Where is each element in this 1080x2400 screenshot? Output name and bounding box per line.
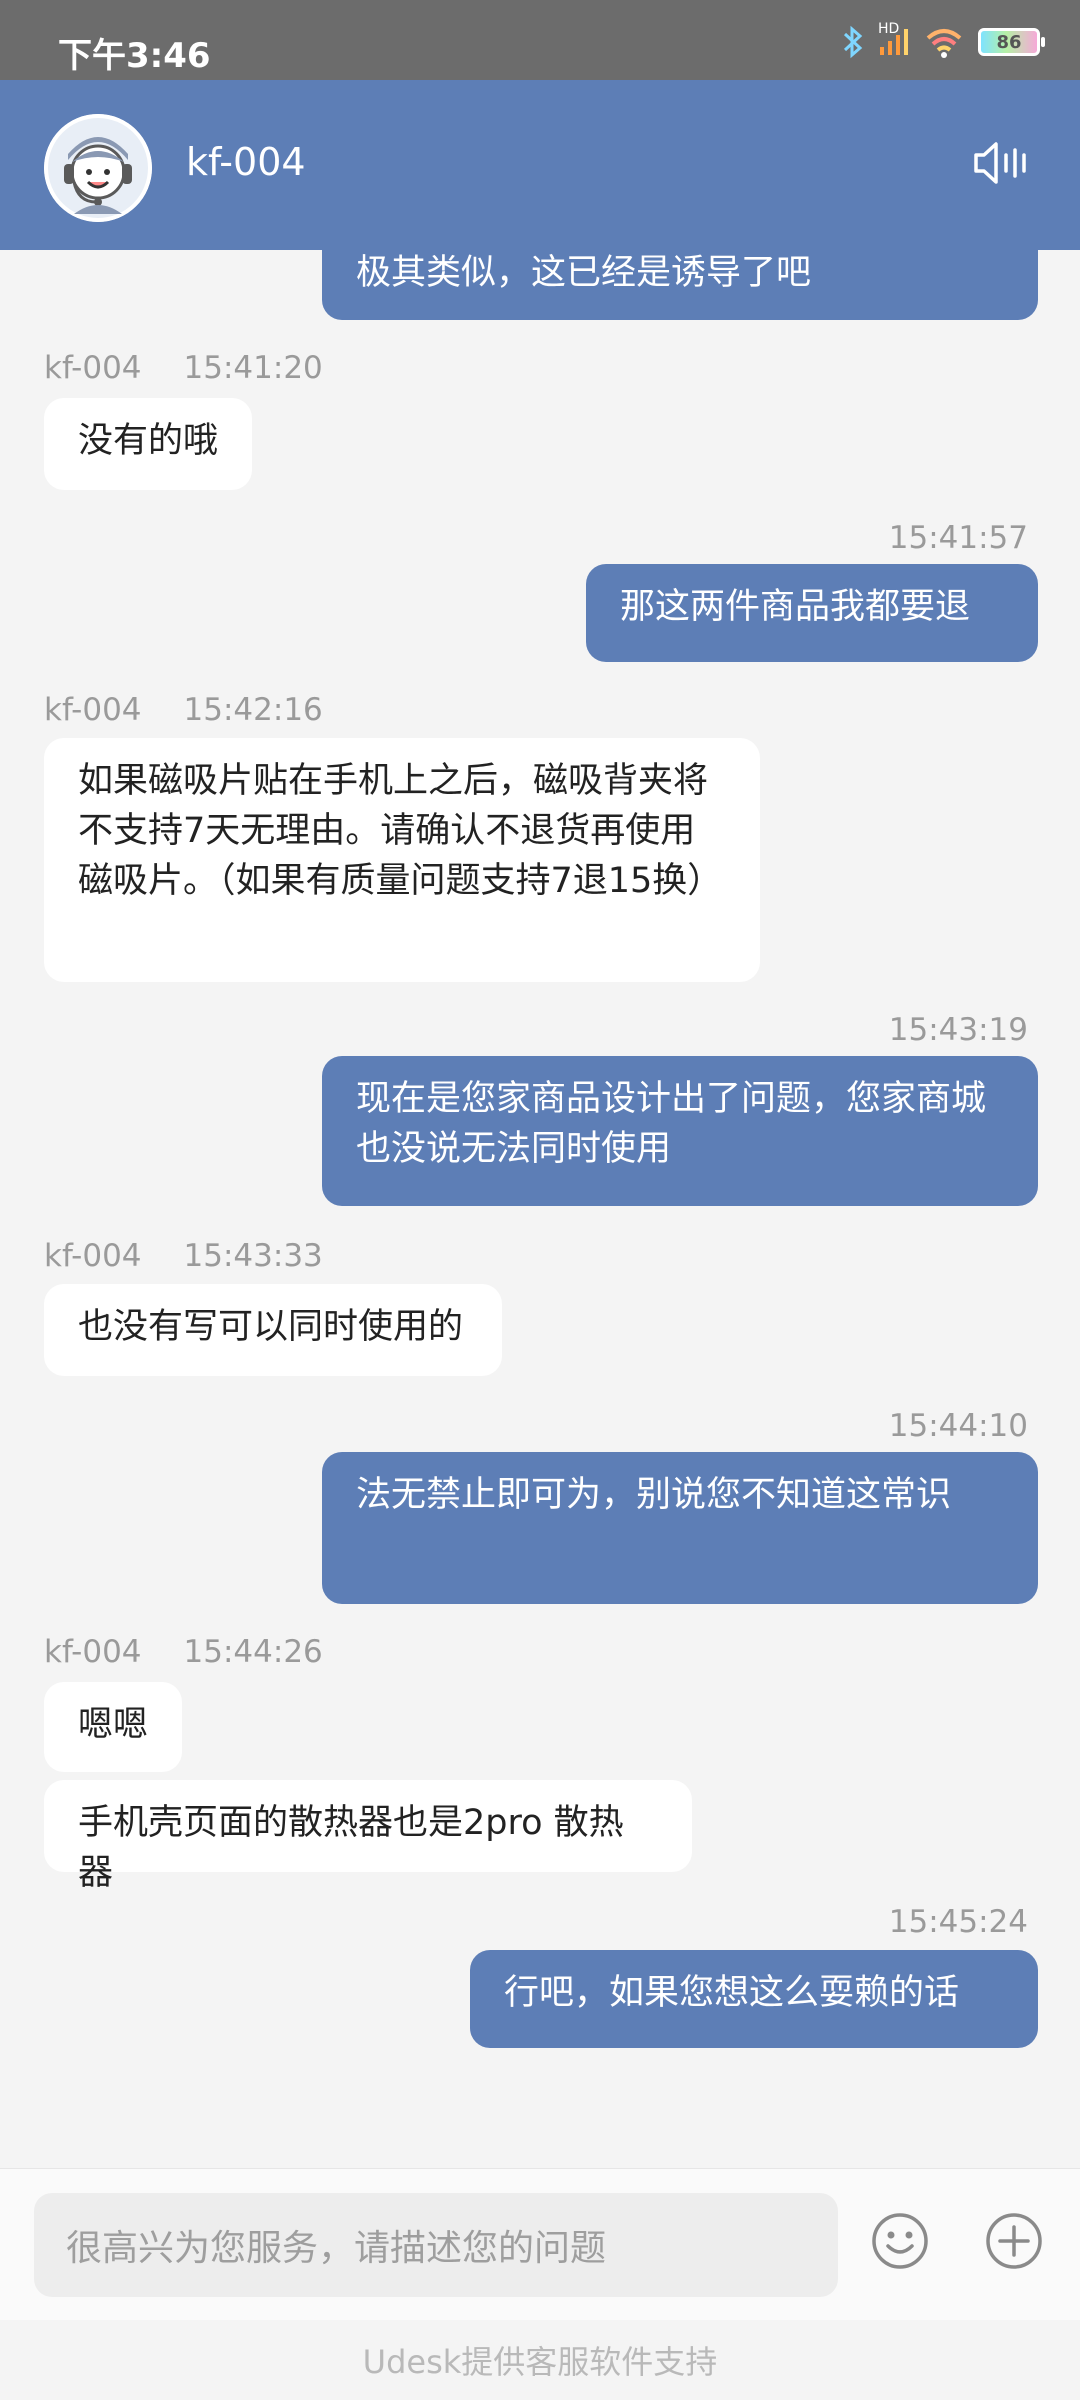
status-bar: 下午3:46 HD 86 xyxy=(0,0,1080,80)
agent-avatar xyxy=(44,114,152,222)
message-text: 嗯嗯 xyxy=(78,1705,149,1745)
message-text: 没有的哦 xyxy=(78,421,219,461)
message-meta: kf-004 15:44:26 xyxy=(44,1634,323,1670)
message-time: 15:42:16 xyxy=(183,692,323,728)
message-time: 15:44:10 xyxy=(888,1408,1028,1444)
message-bubble-received: 也没有写可以同时使用的 xyxy=(44,1284,502,1376)
message-text: 现在是您家商品设计出了问题，您家商城也没说无法同时使用 xyxy=(356,1079,987,1169)
footer-attribution: Udesk提供客服软件支持 xyxy=(0,2320,1080,2400)
message-time: 15:43:19 xyxy=(888,1012,1028,1048)
battery-level: 86 xyxy=(996,31,1022,53)
message-time: 15:41:20 xyxy=(183,350,323,386)
message-bubble-received: 如果磁吸片贴在手机上之后，磁吸背夹将不支持7天无理由。请确认不退货再使用磁吸片。… xyxy=(44,738,760,982)
agent-name: kf-004 xyxy=(186,140,306,184)
message-bubble-received: 手机壳页面的散热器也是2pro 散热器 xyxy=(44,1780,692,1893)
sender-name: kf-004 xyxy=(44,1238,142,1274)
message-time: 15:45:24 xyxy=(888,1904,1028,1940)
message-list[interactable]: 极其类似，这已经是诱导了吧 kf-004 15:41:20 没有的哦 15:41:… xyxy=(0,250,1080,2168)
speaker-icon[interactable] xyxy=(972,138,1028,188)
message-text: 极其类似，这已经是诱导了吧 xyxy=(356,253,812,293)
emoji-icon[interactable] xyxy=(870,2211,930,2271)
sender-name: kf-004 xyxy=(44,692,142,728)
status-icons: HD 86 xyxy=(842,21,1045,59)
signal-icon: HD xyxy=(878,21,910,57)
message-bubble-sent: 行吧，如果您想这么耍赖的话 xyxy=(470,1950,1038,2048)
message-meta: kf-004 15:43:33 xyxy=(44,1238,323,1274)
message-text: 法无禁止即可为，别说您不知道这常识 xyxy=(356,1475,952,1515)
composer-bar: 很高兴为您服务，请描述您的问题 xyxy=(0,2168,1080,2321)
battery-icon: 86 xyxy=(978,28,1045,56)
wifi-icon xyxy=(924,26,964,58)
message-bubble-sent: 极其类似，这已经是诱导了吧 xyxy=(322,250,1038,320)
message-input[interactable]: 很高兴为您服务，请描述您的问题 xyxy=(34,2193,838,2297)
message-text: 如果磁吸片贴在手机上之后，磁吸背夹将不支持7天无理由。请确认不退货再使用磁吸片。… xyxy=(78,761,723,901)
footer-text: Udesk提供客服软件支持 xyxy=(362,2343,718,2381)
sender-name: kf-004 xyxy=(44,350,142,386)
message-bubble-sent: 现在是您家商品设计出了问题，您家商城也没说无法同时使用 xyxy=(322,1056,1038,1206)
network-label: HD xyxy=(878,21,900,37)
plus-icon[interactable] xyxy=(984,2211,1044,2271)
chat-header: kf-004 xyxy=(0,80,1080,250)
status-time: 下午3:46 xyxy=(58,36,211,76)
message-text: 行吧，如果您想这么耍赖的话 xyxy=(504,1973,960,2013)
message-text: 那这两件商品我都要退 xyxy=(620,587,971,627)
message-input-placeholder: 很高兴为您服务，请描述您的问题 xyxy=(66,2228,607,2269)
message-time: 15:43:33 xyxy=(183,1238,323,1274)
message-bubble-sent: 那这两件商品我都要退 xyxy=(586,564,1038,662)
bluetooth-icon xyxy=(842,25,864,59)
message-text: 也没有写可以同时使用的 xyxy=(78,1307,464,1347)
message-bubble-received: 没有的哦 xyxy=(44,398,252,490)
message-meta: kf-004 15:41:20 xyxy=(44,350,323,386)
message-meta: kf-004 15:42:16 xyxy=(44,692,323,728)
message-time: 15:41:57 xyxy=(888,520,1028,556)
sender-name: kf-004 xyxy=(44,1634,142,1670)
message-bubble-received: 嗯嗯 xyxy=(44,1682,182,1772)
message-bubble-sent: 法无禁止即可为，别说您不知道这常识 xyxy=(322,1452,1038,1604)
message-time: 15:44:26 xyxy=(183,1634,323,1670)
message-text: 手机壳页面的散热器也是2pro 散热器 xyxy=(78,1803,624,1893)
